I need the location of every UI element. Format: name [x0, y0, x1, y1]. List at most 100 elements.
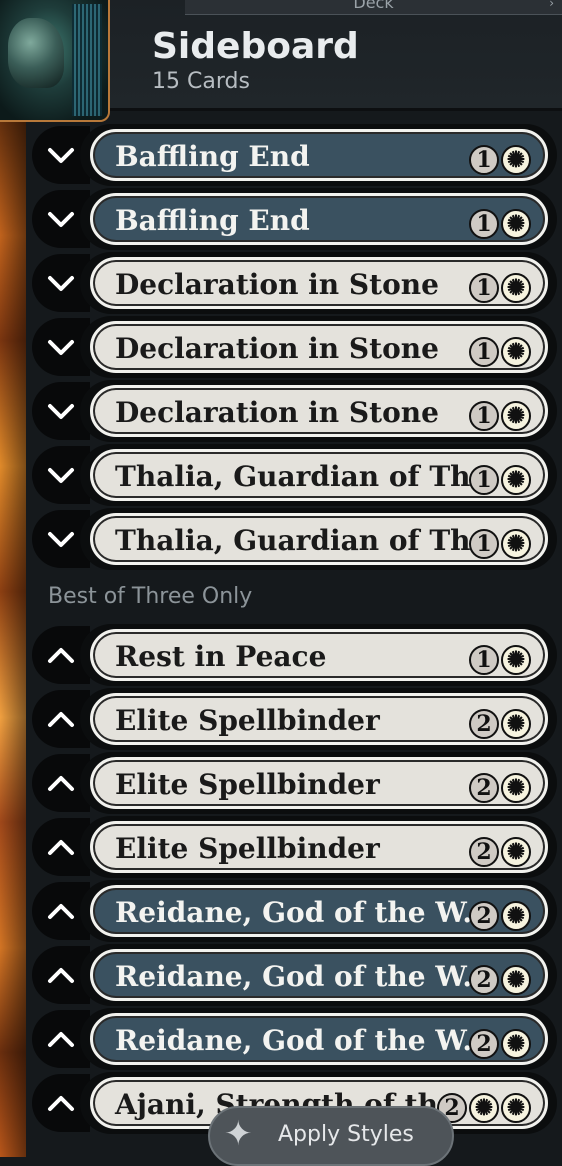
white-mana-icon: ✺: [501, 1029, 531, 1059]
card-row[interactable]: Thalia, Guardian of Th... 1 ✺: [30, 444, 562, 506]
card-tile[interactable]: Reidane, God of the W... 2 ✺: [80, 944, 557, 1006]
white-mana-icon: ✺: [501, 965, 531, 995]
card-row[interactable]: Declaration in Stone 1 ✺: [30, 380, 562, 442]
card-row[interactable]: Elite Spellbinder 2 ✺: [30, 752, 562, 814]
card-row[interactable]: Declaration in Stone 1 ✺: [30, 252, 562, 314]
card-row[interactable]: Declaration in Stone 1 ✺: [30, 316, 562, 378]
card-frame: Baffling End 1 ✺: [90, 129, 548, 181]
card-stack-icon: [72, 4, 102, 116]
mana-cost: 2 ✺: [469, 837, 531, 867]
card-row[interactable]: Reidane, God of the W... 2 ✺: [30, 880, 562, 942]
white-mana-icon: ✺: [501, 401, 531, 431]
card-name: Elite Spellbinder: [115, 832, 380, 865]
white-mana-icon: ✺: [469, 1093, 499, 1123]
white-mana-icon: ✺: [501, 337, 531, 367]
generic-mana-icon: 1: [469, 401, 499, 431]
card-row[interactable]: Reidane, God of the W... 2 ✺: [30, 944, 562, 1006]
card-name: Declaration in Stone: [115, 268, 439, 301]
card-name: Rest in Peace: [115, 640, 327, 673]
card-tile[interactable]: Declaration in Stone 1 ✺: [80, 252, 557, 314]
card-tile[interactable]: Thalia, Guardian of Th... 1 ✺: [80, 508, 557, 570]
mana-cost: 2 ✺: [469, 965, 531, 995]
white-mana-icon: ✺: [501, 465, 531, 495]
card-row[interactable]: Rest in Peace 1 ✺: [30, 624, 562, 686]
mana-cost: 2 ✺: [469, 901, 531, 931]
generic-mana-icon: 1: [469, 145, 499, 175]
card-name: Declaration in Stone: [115, 332, 439, 365]
mana-cost: 2 ✺: [469, 1029, 531, 1059]
card-name: Reidane, God of the W...: [115, 896, 492, 929]
mana-cost: 1 ✺: [469, 145, 531, 175]
white-mana-icon: ✺: [501, 709, 531, 739]
card-tile[interactable]: Baffling End 1 ✺: [80, 124, 557, 186]
mana-cost: 1 ✺: [469, 337, 531, 367]
mana-cost: 2 ✺ ✺: [437, 1093, 531, 1123]
card-frame: Thalia, Guardian of Th... 1 ✺: [90, 449, 548, 501]
white-mana-icon: ✺: [501, 273, 531, 303]
chevron-right-icon: ›: [549, 0, 554, 10]
card-tile[interactable]: Reidane, God of the W... 2 ✺: [80, 1008, 557, 1070]
card-name: Thalia, Guardian of Th...: [115, 460, 500, 493]
generic-mana-icon: 1: [469, 209, 499, 239]
card-tile[interactable]: Thalia, Guardian of Th... 1 ✺: [80, 444, 557, 506]
white-mana-icon: ✺: [501, 1093, 531, 1123]
creature-art-icon: [8, 18, 64, 88]
apply-styles-button[interactable]: ✦ Apply Styles: [208, 1106, 454, 1166]
generic-mana-icon: 2: [469, 1029, 499, 1059]
generic-mana-icon: 1: [469, 529, 499, 559]
generic-mana-icon: 2: [469, 965, 499, 995]
card-frame: Declaration in Stone 1 ✺: [90, 385, 548, 437]
generic-mana-icon: 2: [469, 901, 499, 931]
card-tile[interactable]: Declaration in Stone 1 ✺: [80, 316, 557, 378]
card-tile[interactable]: Elite Spellbinder 2 ✺: [80, 816, 557, 878]
card-frame: Elite Spellbinder 2 ✺: [90, 693, 548, 745]
card-row[interactable]: Elite Spellbinder 2 ✺: [30, 816, 562, 878]
card-frame: Reidane, God of the W... 2 ✺: [90, 949, 548, 1001]
card-tile[interactable]: Baffling End 1 ✺: [80, 188, 557, 250]
generic-mana-icon: 1: [469, 273, 499, 303]
card-tile[interactable]: Elite Spellbinder 2 ✺: [80, 752, 557, 814]
mana-cost: 1 ✺: [469, 273, 531, 303]
mana-cost: 2 ✺: [469, 709, 531, 739]
card-row[interactable]: Elite Spellbinder 2 ✺: [30, 688, 562, 750]
card-frame: Elite Spellbinder 2 ✺: [90, 757, 548, 809]
mana-cost: 1 ✺: [469, 209, 531, 239]
card-tile[interactable]: Reidane, God of the W... 2 ✺: [80, 880, 557, 942]
background-art-strip: [0, 110, 26, 1157]
card-name: Thalia, Guardian of Th...: [115, 524, 500, 557]
generic-mana-icon: 2: [469, 837, 499, 867]
generic-mana-icon: 1: [469, 337, 499, 367]
card-tile[interactable]: Rest in Peace 1 ✺: [80, 624, 557, 686]
card-frame: Declaration in Stone 1 ✺: [90, 257, 548, 309]
card-name: Baffling End: [115, 204, 310, 237]
card-frame: Reidane, God of the W... 2 ✺: [90, 1013, 548, 1065]
deck-tab-label: Deck: [353, 0, 394, 12]
white-mana-icon: ✺: [501, 773, 531, 803]
deck-tab[interactable]: Deck ›: [185, 0, 562, 15]
card-tile[interactable]: Elite Spellbinder 2 ✺: [80, 688, 557, 750]
mana-cost: 1 ✺: [469, 529, 531, 559]
mana-cost: 1 ✺: [469, 465, 531, 495]
generic-mana-icon: 2: [469, 709, 499, 739]
card-row[interactable]: Thalia, Guardian of Th... 1 ✺: [30, 508, 562, 570]
card-row[interactable]: Reidane, God of the W... 2 ✺: [30, 1008, 562, 1070]
card-name: Reidane, God of the W...: [115, 960, 492, 993]
white-mana-icon: ✺: [501, 209, 531, 239]
card-row[interactable]: Baffling End 1 ✺: [30, 124, 562, 186]
card-frame: Elite Spellbinder 2 ✺: [90, 821, 548, 873]
generic-mana-icon: 1: [469, 645, 499, 675]
card-name: Reidane, God of the W...: [115, 1024, 492, 1057]
white-mana-icon: ✺: [501, 645, 531, 675]
mana-cost: 1 ✺: [469, 401, 531, 431]
white-mana-icon: ✺: [501, 837, 531, 867]
white-mana-icon: ✺: [501, 529, 531, 559]
card-frame: Thalia, Guardian of Th... 1 ✺: [90, 513, 548, 565]
apply-styles-label: Apply Styles: [278, 1122, 414, 1147]
card-name: Declaration in Stone: [115, 396, 439, 429]
generic-mana-icon: 2: [469, 773, 499, 803]
mana-cost: 2 ✺: [469, 773, 531, 803]
card-row[interactable]: Baffling End 1 ✺: [30, 188, 562, 250]
card-count: 15 Cards: [152, 69, 250, 94]
card-tile[interactable]: Declaration in Stone 1 ✺: [80, 380, 557, 442]
deck-box-art[interactable]: [0, 0, 110, 122]
